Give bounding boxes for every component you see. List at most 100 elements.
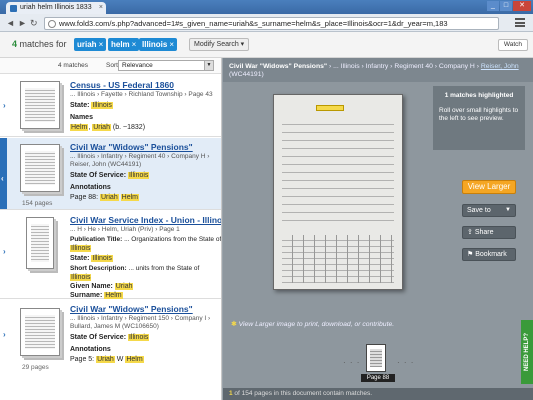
result-title[interactable]: Civil War "Widows" Pensions" [70, 142, 193, 152]
next-pages-dots[interactable]: · · · [397, 358, 414, 367]
result-field: Given Name: Uriah [70, 283, 134, 290]
chip-given-name[interactable]: uriah × [74, 38, 107, 51]
bookmark-label: Bookmark [475, 251, 507, 258]
bookmark-button[interactable]: ⚑ Bookmark [462, 248, 516, 261]
prev-pages-dots[interactable]: · · · [343, 358, 360, 367]
result-item-selected[interactable]: ‹ 154 pages Civil War "Widows" Pensions"… [0, 138, 221, 210]
sort-select-value: Relevance [122, 62, 153, 69]
document-image[interactable] [273, 94, 403, 290]
result-subtitle: Bullard, James M (WC106650) [70, 323, 159, 330]
result-field: State Of Service: Illinois [70, 172, 150, 179]
chip-remove-icon[interactable]: × [99, 40, 104, 49]
document-text-lines [282, 117, 394, 227]
browser-tab[interactable]: uriah helm Illinois 1833 × [6, 2, 106, 14]
share-button[interactable]: ⇪ Share [462, 226, 516, 239]
reload-icon[interactable]: ↻ [30, 17, 38, 29]
save-to-label: Save to [467, 207, 491, 214]
back-arrow-icon[interactable]: ◄ [6, 17, 15, 29]
result-thumbnail[interactable] [20, 308, 60, 356]
results-header: 4 matches Sort Relevance ▼ [0, 58, 221, 74]
minimize-icon[interactable]: _ [487, 1, 499, 11]
browser-menu-icon[interactable] [515, 18, 525, 27]
highlight-tooltip: 1 matches highlighted Roll over small hi… [433, 86, 525, 150]
window-controls: _ □ ✕ [487, 1, 531, 11]
tab-close-icon[interactable]: × [99, 2, 103, 14]
viewer-person-link[interactable]: Reiser, John [481, 63, 519, 70]
result-thumbnail[interactable] [20, 144, 60, 192]
result-field: Illinois [70, 274, 92, 281]
document-table [282, 235, 394, 283]
viewer-record-id: (WC44191) [229, 71, 264, 78]
selected-indicator: ‹ [0, 138, 7, 209]
result-snippet: Helm, Uriah (b. ~1832) [70, 124, 146, 131]
caption-text: View Larger image to print, download, or… [238, 321, 395, 328]
result-field: Publication Title: ... Organizations fro… [70, 236, 222, 243]
result-field: Annotations [70, 346, 111, 353]
result-item[interactable]: › 29 pages Civil War "Widows" Pensions" … [0, 300, 221, 400]
viewer-footer: 1 of 154 pages in this document contain … [223, 388, 533, 400]
chip-remove-icon[interactable]: × [132, 40, 137, 49]
save-to-button[interactable]: Save to ▼ [462, 204, 516, 217]
result-page-count: 154 pages [22, 200, 53, 207]
result-item[interactable]: › Census - US Federal 1860 ... Illinois … [0, 75, 221, 137]
collapse-arrow-icon[interactable]: ‹ [1, 174, 4, 183]
maximize-icon[interactable]: □ [500, 1, 512, 11]
match-highlight[interactable] [316, 105, 344, 111]
sort-label: Sort [106, 62, 118, 69]
sort-select[interactable]: Relevance ▼ [118, 60, 214, 71]
chip-remove-icon[interactable]: × [169, 40, 174, 49]
view-larger-button[interactable]: View Larger [462, 180, 516, 194]
tooltip-body: Roll over small highlights to the left t… [439, 106, 519, 123]
forward-arrow-icon[interactable]: ► [18, 17, 27, 29]
match-count: 4 matches for [12, 39, 67, 49]
page-thumbnail[interactable] [366, 344, 386, 372]
chip-place[interactable]: Illinois × [139, 38, 178, 51]
share-label: Share [474, 229, 494, 236]
result-field: State Of Service: Illinois [70, 334, 150, 341]
result-title[interactable]: Census - US Federal 1860 [70, 80, 174, 90]
result-path: ... Illinois › Fayette › Richland Townsh… [70, 91, 213, 98]
result-path: ... Illinois › Infantry › Regiment 150 ›… [70, 315, 211, 322]
results-count: 4 matches [58, 62, 88, 69]
footer-text: of 154 pages in this document contain ma… [232, 390, 373, 397]
result-title[interactable]: Civil War Service Index - Union - Illino… [70, 215, 221, 225]
chip-label: helm [111, 40, 130, 49]
result-subtitle: Reiser, John (WC44191) [70, 161, 142, 168]
result-snippet: Page 5: Uriah W Helm [70, 356, 144, 363]
watch-button[interactable]: Watch [497, 39, 528, 51]
result-field: Names [70, 114, 93, 121]
tab-title: uriah helm Illinois 1833 [20, 4, 92, 11]
need-help-tab[interactable]: NEED HELP? [521, 320, 533, 384]
browser-title-bar: uriah helm Illinois 1833 × _ □ ✕ [0, 0, 533, 14]
chip-label: Illinois [142, 40, 168, 49]
result-title[interactable]: Civil War "Widows" Pensions" [70, 304, 193, 314]
modify-search-button[interactable]: Modify Search ▾ [189, 38, 250, 51]
url-text: www.fold3.com/s.php?advanced=1#s_given_n… [59, 19, 448, 28]
url-field[interactable]: www.fold3.com/s.php?advanced=1#s_given_n… [44, 17, 499, 30]
result-field: Surname: Helm [70, 292, 123, 299]
page-thumbnail-label: Page 88 [361, 374, 395, 382]
result-page-count: 29 pages [22, 364, 49, 371]
result-path: ... H › He › Helm, Uriah (Priv) › Page 1 [70, 226, 180, 233]
star-icon: ✱ [231, 321, 237, 328]
result-thumbnail[interactable] [20, 81, 60, 129]
document-viewer: Civil War "Widows" Pensions" › ... Illin… [223, 58, 533, 400]
result-field: State: Illinois [70, 102, 113, 109]
result-snippet: Page 88: Uriah Helm [70, 194, 140, 201]
result-thumbnail[interactable] [26, 217, 54, 269]
results-panel: 4 matches Sort Relevance ▼ › Census - US… [0, 58, 222, 400]
site-favicon-icon [10, 5, 17, 12]
chip-label: uriah [77, 40, 97, 49]
result-item[interactable]: › Civil War Service Index - Union - Illi… [0, 211, 222, 299]
expand-arrow-icon[interactable]: › [3, 330, 6, 339]
chevron-down-icon: ▼ [204, 61, 213, 70]
window-close-icon[interactable]: ✕ [513, 1, 531, 11]
expand-arrow-icon[interactable]: › [3, 101, 6, 110]
chip-surname[interactable]: helm × [108, 38, 140, 51]
chevron-down-icon: ▼ [505, 207, 511, 213]
result-field: Annotations [70, 184, 111, 191]
viewer-title: Civil War "Widows" Pensions" [229, 63, 328, 70]
viewer-path: › ... Illinois › Infantry › Regiment 40 … [327, 63, 481, 70]
expand-arrow-icon[interactable]: › [3, 247, 6, 256]
search-filter-bar: 4 matches for uriah × helm × Illinois × Mod… [0, 32, 533, 58]
